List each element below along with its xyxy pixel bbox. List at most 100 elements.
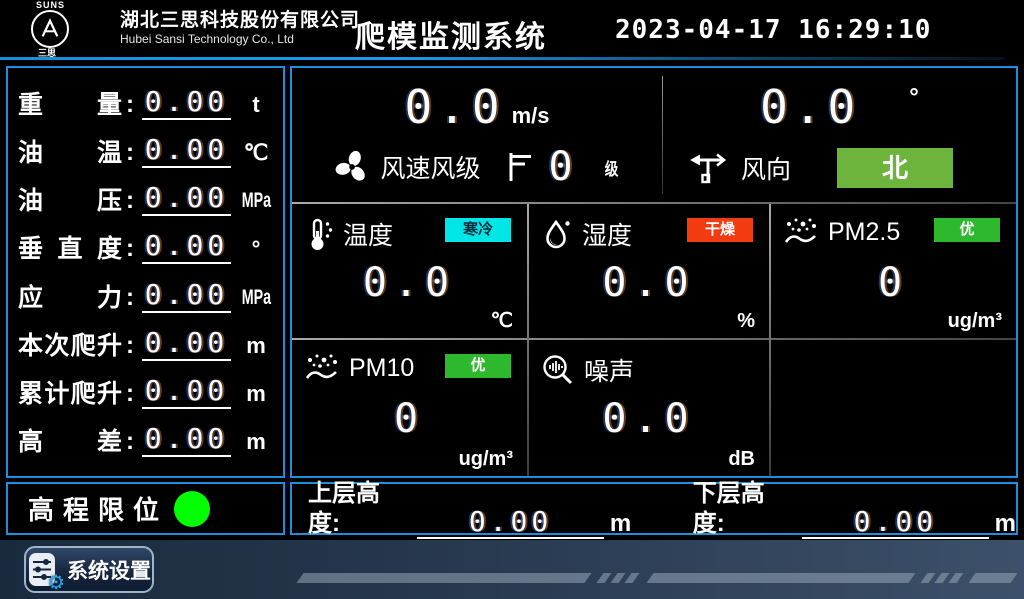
- header-divider: [0, 57, 1004, 60]
- metric-label: 重量: [18, 90, 122, 120]
- noise-meter-icon: [541, 353, 575, 387]
- company-name-cn: 湖北三思科技股份有限公司: [120, 10, 360, 32]
- metric-row-stress: 应力 : 0.00 MPa: [8, 280, 283, 313]
- sensor-value: 0.0: [529, 396, 769, 442]
- wind-vane-icon: [689, 150, 729, 186]
- sensor-cell-temperature: 温度 寒冷 0.0 ℃: [292, 204, 527, 338]
- upper-height-label: 上层高度:: [308, 479, 411, 539]
- metric-value: 0.00: [142, 280, 231, 313]
- metric-colon: :: [122, 90, 138, 120]
- gear-icon: ⚙: [47, 573, 65, 593]
- settings-button-label: 系统设置: [67, 555, 151, 585]
- wind-direction-unit: °: [909, 84, 919, 111]
- sensor-label: 噪声: [584, 352, 634, 388]
- sensor-cell-pm25: PM2.5 优 0 ug/m³: [771, 204, 1016, 338]
- company-name: 湖北三思科技股份有限公司 Hubei Sansi Technology Co.,…: [120, 10, 360, 47]
- metric-row-oil-pressure: 油压 : 0.00 MPa: [8, 183, 283, 216]
- system-settings-button[interactable]: ⚙ 系统设置: [24, 546, 154, 593]
- metric-colon: :: [122, 138, 138, 168]
- metric-colon: :: [122, 379, 138, 409]
- sensor-unit: %: [737, 310, 755, 333]
- metric-label: 本次爬升: [18, 331, 122, 361]
- metric-label: 高差: [18, 427, 122, 457]
- sensor-value: 0: [292, 396, 527, 442]
- sensor-label: 湿度: [582, 216, 632, 252]
- metric-row-oil-temp: 油温 : 0.00 ℃: [8, 135, 283, 168]
- wind-speed-unit: m/s: [512, 103, 550, 128]
- wind-speed-value: 0.0: [404, 80, 505, 134]
- metric-unit: m: [235, 427, 277, 457]
- wind-level-value: 0: [548, 144, 572, 190]
- company-name-en: Hubei Sansi Technology Co., Ltd: [120, 32, 360, 47]
- wind-level-icon: [504, 150, 534, 184]
- metric-unit: ℃: [235, 138, 277, 168]
- logo-circle-icon: [31, 10, 69, 48]
- pm10-status-badge: 优: [445, 354, 511, 378]
- humidity-status-badge: 干燥: [687, 218, 753, 242]
- sensor-unit: ug/m³: [459, 448, 513, 471]
- metric-unit: t: [235, 90, 277, 120]
- metric-row-weight: 重量 : 0.00 t: [8, 87, 283, 120]
- sensor-label: 温度: [343, 216, 393, 252]
- sensor-unit: dB: [728, 448, 755, 471]
- sensor-cell-noise: 噪声 0.0 dB: [529, 340, 769, 476]
- metric-colon: :: [122, 186, 138, 216]
- thermometer-icon: [304, 217, 334, 251]
- sensor-unit: ug/m³: [948, 310, 1002, 333]
- lower-height-group: 下层高度: 0.00 m: [693, 479, 1016, 539]
- elevation-limit-label: 高程限位: [28, 490, 168, 527]
- metric-colon: :: [122, 234, 138, 264]
- climbing-formwork-monitor-screen: SUNS 三思 湖北三思科技股份有限公司 Hubei Sansi Technol…: [0, 0, 1024, 599]
- pm25-status-badge: 优: [934, 218, 1000, 242]
- sensor-label: PM10: [349, 354, 414, 383]
- temperature-status-badge: 寒冷: [445, 218, 511, 242]
- metric-label: 累计爬升: [18, 379, 122, 409]
- upper-height-unit: m: [610, 509, 631, 539]
- upper-height-value: 0.00: [417, 507, 604, 539]
- metric-value: 0.00: [142, 87, 231, 120]
- lower-height-label: 下层高度:: [693, 479, 796, 539]
- metric-value: 0.00: [142, 376, 231, 409]
- wind-direction-badge: 北: [837, 148, 953, 188]
- particles-icon: [783, 216, 819, 248]
- metric-unit: MPa: [242, 186, 271, 216]
- metric-value: 0.00: [142, 183, 231, 216]
- wind-direction-label: 风向: [741, 150, 791, 186]
- metric-label: 应力: [18, 283, 122, 313]
- metric-row-verticality: 垂直度 : 0.00 °: [8, 231, 283, 264]
- sensor-label: PM2.5: [828, 218, 900, 247]
- metric-unit: m: [235, 379, 277, 409]
- sensor-value: 0.0: [529, 260, 769, 306]
- metric-row-total-climb: 累计爬升 : 0.00 m: [8, 376, 283, 409]
- wind-speed-label: 风速风级: [380, 149, 480, 185]
- sensor-value: 0: [771, 260, 1016, 306]
- metric-unit: °: [235, 234, 277, 264]
- fan-icon: [334, 149, 370, 185]
- metric-row-current-climb: 本次爬升 : 0.00 m: [8, 328, 283, 361]
- sensor-cell-pm10: PM10 优 0 ug/m³: [292, 340, 527, 476]
- metric-colon: :: [122, 331, 138, 361]
- metric-value: 0.00: [142, 424, 231, 457]
- particles-icon: [304, 352, 340, 384]
- metric-unit: MPa: [242, 283, 271, 313]
- datetime-display: 2023-04-17 16:29:10: [615, 15, 931, 45]
- metric-label: 油温: [18, 138, 122, 168]
- metrics-panel: 重量 : 0.00 t 油温 : 0.00 ℃ 油压 : 0.00 MPa 垂直…: [6, 66, 285, 478]
- elevation-limit-box: 高程限位: [6, 482, 285, 535]
- wind-speed-section: 0.0 m/s 风速风级 0 级: [292, 68, 662, 202]
- elevation-limit-status-light: [174, 491, 210, 527]
- company-logo: SUNS 三思: [28, 1, 116, 58]
- metric-value: 0.00: [142, 135, 231, 168]
- metric-colon: :: [122, 283, 138, 313]
- logo-suns-text: SUNS: [36, 1, 116, 10]
- environment-panel: 0.0 m/s 风速风级 0 级: [290, 66, 1018, 478]
- droplet-icon: [541, 217, 573, 251]
- wind-level-unit: 级: [604, 155, 618, 180]
- page-title: 爬模监测系统: [355, 12, 547, 56]
- metric-label: 垂直度: [18, 234, 122, 264]
- metric-colon: :: [122, 427, 138, 457]
- wind-direction-value: 0.0: [760, 80, 861, 134]
- metric-unit: m: [235, 331, 277, 361]
- settings-sliders-icon: ⚙: [27, 551, 61, 589]
- lower-height-value: 0.00: [802, 507, 989, 539]
